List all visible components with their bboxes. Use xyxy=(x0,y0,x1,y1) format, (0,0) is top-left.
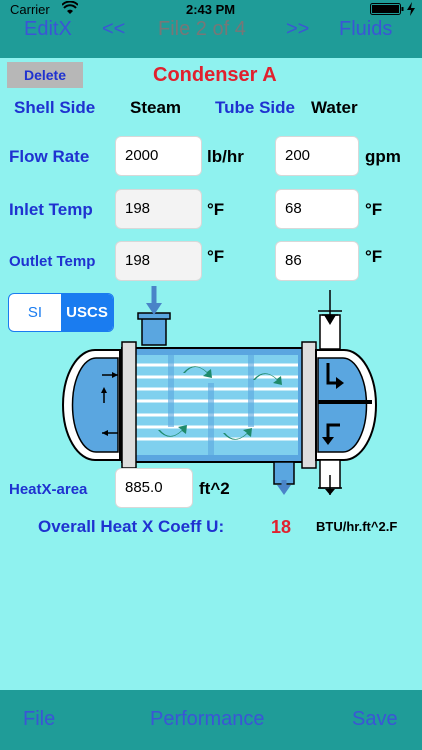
status-bar: Carrier 2:43 PM xyxy=(0,0,422,18)
clock: 2:43 PM xyxy=(186,2,236,17)
heatx-area-input[interactable]: 885.0 xyxy=(115,468,193,508)
shell-outlet-temp-input[interactable]: 198 xyxy=(115,241,202,281)
overall-u-unit: BTU/hr.ft^2.F xyxy=(316,519,398,534)
battery-icon xyxy=(370,3,406,18)
shell-outlet-nozzle xyxy=(273,461,295,495)
shell-outlet-temp-unit: °F xyxy=(207,247,225,266)
tube-side-label: Tube Side xyxy=(215,98,295,117)
overall-u-value: 18 xyxy=(271,517,292,537)
tube-side-fluid[interactable]: Water xyxy=(311,98,358,118)
overall-u-label: Overall Heat X Coeff U: xyxy=(38,517,225,536)
shell-flow-rate-input[interactable]: 2000 xyxy=(115,136,202,176)
file-position-title: File 2 of 4 xyxy=(158,18,246,40)
tube-outlet-temp-input[interactable]: 86 xyxy=(275,241,359,281)
inlet-temp-label: Inlet Temp xyxy=(9,200,93,219)
heatx-area-label: HeatX-area xyxy=(9,481,88,498)
tube-outlet-nozzle xyxy=(318,459,342,495)
previous-file-button[interactable]: << xyxy=(102,18,125,58)
shell-side-label: Shell Side xyxy=(14,98,96,117)
shell-inlet-temp-input[interactable]: 198 xyxy=(115,189,202,229)
shell-inlet-temp-unit: °F xyxy=(207,200,225,219)
bottom-toolbar: File Performance Save xyxy=(0,690,422,750)
heatx-area-unit: ft^2 xyxy=(199,479,230,498)
tube-flow-rate-input[interactable]: 200 xyxy=(275,136,359,176)
outlet-temp-label: Outlet Temp xyxy=(9,253,96,270)
si-segment[interactable]: SI xyxy=(9,294,61,331)
editx-button[interactable]: EditX xyxy=(24,18,72,58)
carrier-label: Carrier xyxy=(10,2,50,17)
tube-inlet-nozzle xyxy=(318,290,342,350)
exchanger-name: Condenser A xyxy=(153,64,277,86)
delete-button[interactable]: Delete xyxy=(7,62,83,88)
wifi-icon xyxy=(61,0,79,18)
flow-rate-label: Flow Rate xyxy=(9,147,90,166)
file-button[interactable]: File xyxy=(23,708,55,731)
left-tube-sheet xyxy=(121,341,137,469)
shell-flow-rate-unit: lb/hr xyxy=(207,147,244,166)
charging-icon xyxy=(406,2,416,19)
shell-inlet-nozzle xyxy=(137,286,171,346)
tube-outlet-temp-unit: °F xyxy=(365,247,383,266)
tube-flow-rate-unit: gpm xyxy=(365,147,401,166)
heat-exchanger-diagram xyxy=(62,286,377,495)
shell-side-fluid[interactable]: Steam xyxy=(130,98,181,118)
navigation-bar: EditX << File 2 of 4 >> Fluids xyxy=(0,18,422,58)
tube-inlet-temp-unit: °F xyxy=(365,200,383,219)
right-tube-sheet xyxy=(301,341,317,469)
tube-inlet-temp-input[interactable]: 68 xyxy=(275,189,359,229)
next-file-button[interactable]: >> xyxy=(286,18,309,58)
save-button[interactable]: Save xyxy=(352,708,398,731)
performance-button[interactable]: Performance xyxy=(150,708,265,731)
fluids-button[interactable]: Fluids xyxy=(339,18,392,58)
